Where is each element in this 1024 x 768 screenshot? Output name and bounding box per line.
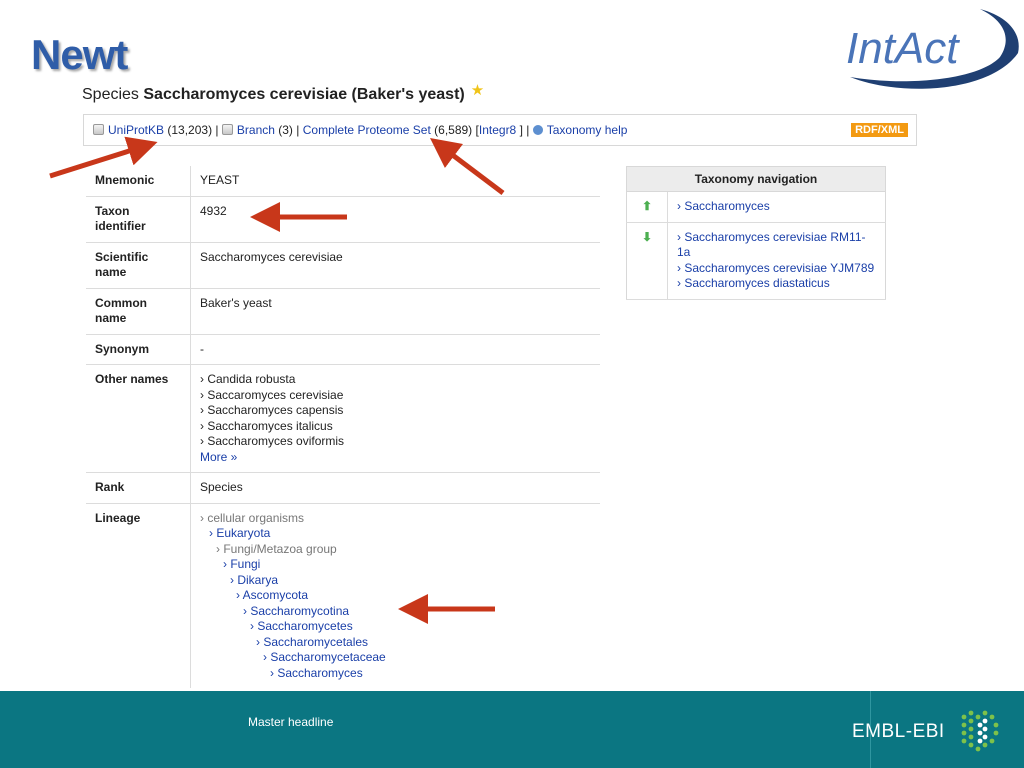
table-row: ⬆ › Saccharomyces <box>626 191 886 223</box>
child-taxon-link[interactable]: › Saccharomyces cerevisiae YJM789 <box>677 261 874 275</box>
other-name-item: › Saccharomyces capensis <box>200 403 344 417</box>
table-row: Mnemonic YEAST <box>86 166 600 197</box>
branch-count: (3) <box>278 123 293 137</box>
table-row: ⬇ › Saccharomyces cerevisiae RM11-1a › S… <box>626 222 886 300</box>
species-link-bar: UniProtKB (13,203) | Branch (3) | Comple… <box>83 114 917 146</box>
lineage-value: › cellular organisms › Eukaryota › Fungi… <box>190 503 600 688</box>
table-row: Synonym - <box>86 334 600 365</box>
other-name-item: › Saccaromyces cerevisiae <box>200 387 344 402</box>
table-row: Other names › Candida robusta › Saccarom… <box>86 364 600 473</box>
scientific-name-key: Scientific name <box>86 242 191 289</box>
table-row: Common name Baker's yeast <box>86 288 600 335</box>
other-names-key: Other names <box>86 364 191 473</box>
rank-value: Species <box>190 472 600 504</box>
integr8-link[interactable]: Integr8 <box>479 123 516 137</box>
separator: | <box>296 123 300 137</box>
table-row: Lineage › cellular organisms › Eukaryota… <box>86 503 600 688</box>
proteome-count: (6,589) <box>434 123 473 137</box>
footer-headline: Master headline <box>248 715 334 729</box>
uniprotkb-link[interactable]: UniProtKB <box>108 123 164 137</box>
star-icon[interactable]: ★ <box>471 82 484 99</box>
mnemonic-value: YEAST <box>190 166 600 197</box>
logo-text: IntAct <box>846 24 960 73</box>
uniprotkb-count: (13,203) <box>167 123 213 137</box>
table-row: Rank Species <box>86 472 600 504</box>
taxon-identifier-key: Taxon identifier <box>86 196 191 243</box>
lineage-link[interactable]: › Fungi <box>223 557 260 571</box>
species-heading: Species Saccharomyces cerevisiae (Baker'… <box>82 82 484 104</box>
slide-title: Newt <box>31 31 128 78</box>
lineage-link[interactable]: › Saccharomyces <box>270 666 363 680</box>
child-taxon-link[interactable]: › Saccharomyces cerevisiae RM11-1a <box>677 230 866 260</box>
branch-link[interactable]: Branch <box>237 123 275 137</box>
lineage-link[interactable]: › Saccharomycetes <box>250 619 353 633</box>
common-name-key: Common name <box>86 288 191 335</box>
slide-footer: Master headline EMBL-EBI <box>0 691 1024 768</box>
embl-ebi-logo-text: EMBL-EBI <box>852 721 945 742</box>
rdf-xml-button[interactable]: RDF/XML <box>851 123 908 137</box>
lineage-item: › Fungi/Metazoa group <box>216 541 337 556</box>
lineage-item: › cellular organisms <box>200 510 305 525</box>
species-name: Saccharomyces cerevisiae (Baker's yeast) <box>143 86 465 103</box>
parent-taxon-link[interactable]: › Saccharomyces <box>677 199 770 213</box>
other-names-value: › Candida robusta › Saccaromyces cerevis… <box>190 364 600 473</box>
table-row: Scientific name Saccharomyces cerevisiae <box>86 242 600 289</box>
synonym-value: - <box>190 334 600 365</box>
lineage-link[interactable]: › Saccharomycetaceae <box>263 650 386 664</box>
other-name-item: › Saccharomyces oviformis <box>200 434 345 448</box>
intact-logo: IntAct <box>846 9 1019 89</box>
lineage-link[interactable]: › Saccharomycotina <box>243 604 349 618</box>
species-prefix: Species <box>82 86 139 103</box>
complete-proteome-link[interactable]: Complete Proteome Set <box>303 123 431 137</box>
taxonomy-help-link[interactable]: Taxonomy help <box>547 123 628 137</box>
child-taxon-link[interactable]: › Saccharomyces diastaticus <box>677 276 830 290</box>
common-name-value: Baker's yeast <box>190 288 600 335</box>
arrow-up-icon: ⬆ <box>626 191 668 223</box>
mnemonic-key: Mnemonic <box>86 166 191 197</box>
embl-ebi-logo-icon <box>961 710 999 752</box>
arrow-down-icon: ⬇ <box>626 222 668 300</box>
more-names-link[interactable]: More » <box>200 450 237 464</box>
database-icon <box>93 124 104 135</box>
table-row: Taxon identifier 4932 <box>86 196 600 243</box>
taxon-identifier-value: 4932 <box>190 196 600 243</box>
taxonomy-navigation-header: Taxonomy navigation <box>626 166 886 192</box>
species-info-table: Mnemonic YEAST Taxon identifier 4932 Sci… <box>86 166 600 688</box>
lineage-link[interactable]: › Ascomycota <box>236 588 308 602</box>
rank-key: Rank <box>86 472 191 504</box>
lineage-key: Lineage <box>95 510 141 525</box>
other-name-item: › Candida robusta <box>200 372 296 386</box>
taxonomy-navigation-table: Taxonomy navigation ⬆ › Saccharomyces ⬇ … <box>626 166 886 300</box>
separator: | <box>215 123 219 137</box>
database-icon <box>221 124 233 135</box>
help-icon <box>532 125 543 135</box>
synonym-key: Synonym <box>86 334 191 365</box>
lineage-link[interactable]: › Eukaryota <box>209 526 270 540</box>
bracket-close: ] <box>519 123 523 137</box>
separator: | <box>526 123 530 137</box>
lineage-link[interactable]: › Saccharomycetales <box>256 635 368 649</box>
scientific-name-value: Saccharomyces cerevisiae <box>190 242 600 289</box>
other-name-item: › Saccharomyces italicus <box>200 418 333 433</box>
lineage-link[interactable]: › Dikarya <box>230 573 278 587</box>
